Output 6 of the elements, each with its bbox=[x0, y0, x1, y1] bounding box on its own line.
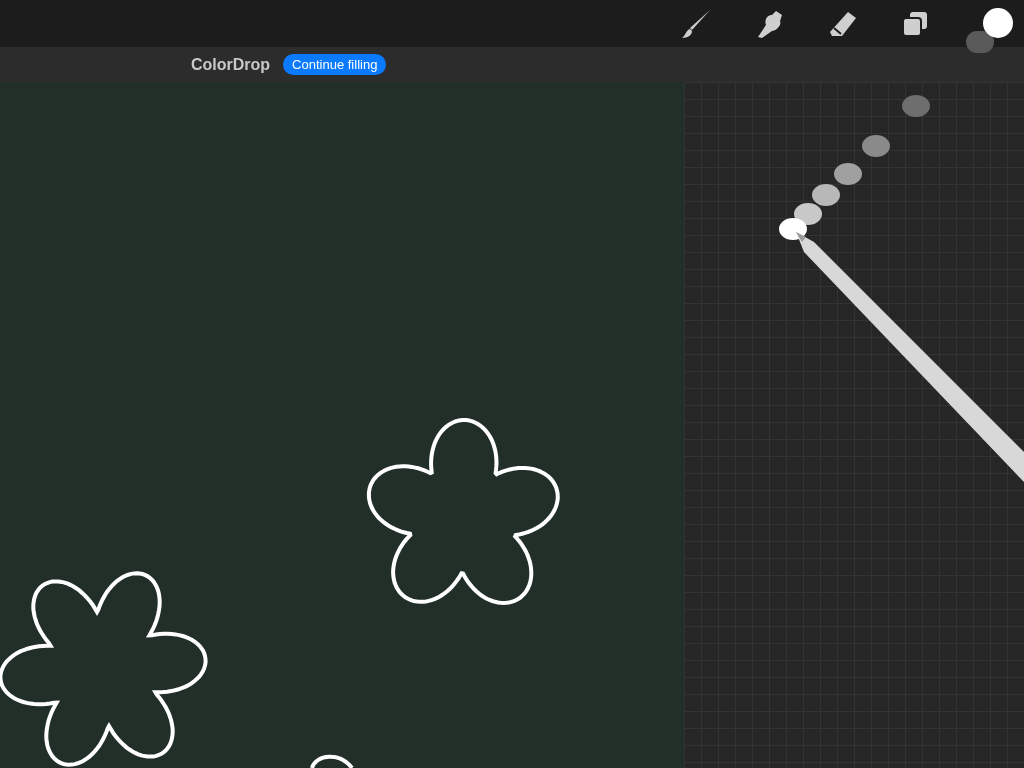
smudge-finger-icon[interactable] bbox=[756, 8, 784, 39]
banner-title: ColorDrop bbox=[191, 54, 271, 75]
eraser-icon[interactable] bbox=[828, 9, 858, 38]
layers-icon[interactable] bbox=[902, 10, 928, 37]
paintbrush-icon[interactable] bbox=[680, 7, 712, 40]
continue-filling-button[interactable]: Continue filling bbox=[283, 54, 387, 75]
